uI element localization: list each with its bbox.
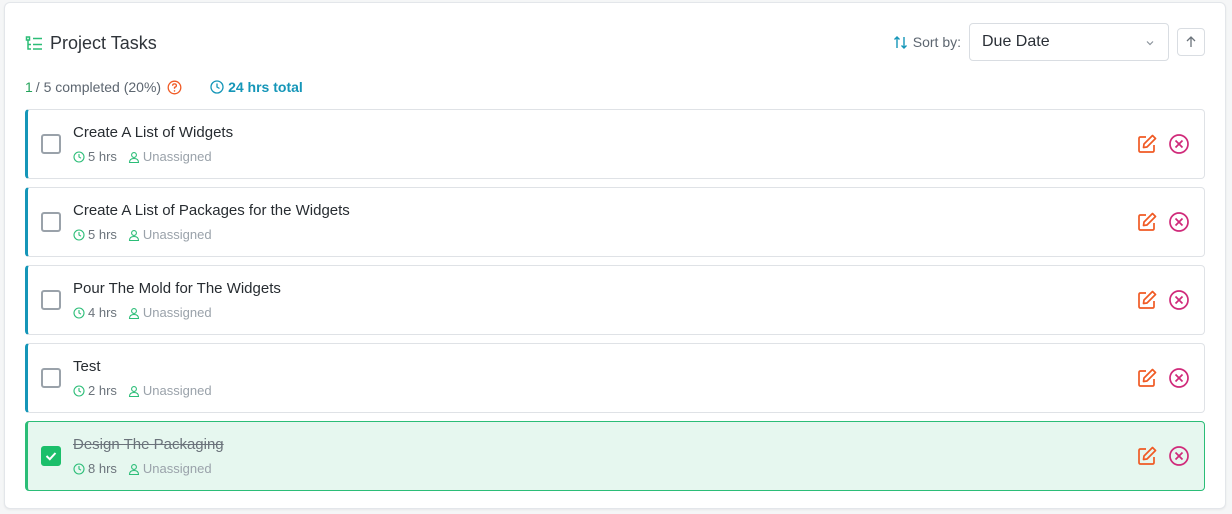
close-circle-icon (1169, 290, 1189, 310)
chevron-down-icon (1146, 41, 1154, 46)
task-checkbox[interactable] (41, 368, 61, 388)
close-circle-icon (1169, 446, 1189, 466)
checkmark-icon (45, 452, 57, 461)
sort-select-value: Due Date (982, 33, 1050, 50)
user-icon (128, 463, 139, 475)
project-tasks-panel: Project Tasks Sort by: Due Date 1 / 5 co… (4, 2, 1226, 509)
task-meta: 5 hrs Unassigned (73, 149, 212, 164)
task-hours: 8 hrs (88, 461, 117, 476)
sort-controls: Sort by: Due Date (893, 23, 1205, 61)
task-hours: 5 hrs (88, 227, 117, 242)
task-assignee: Unassigned (128, 305, 212, 320)
task-actions (1136, 133, 1190, 155)
task-assignee: Unassigned (128, 383, 212, 398)
task-hours: 5 hrs (88, 149, 117, 164)
edit-icon (1138, 290, 1157, 309)
delete-task-button[interactable] (1168, 289, 1190, 311)
user-icon (128, 229, 139, 241)
task-assignee-label: Unassigned (142, 227, 212, 242)
close-circle-icon (1169, 212, 1189, 232)
completion-summary: / 5 completed (20%) (35, 79, 162, 95)
clock-icon (73, 462, 85, 475)
task-assignee-label: Unassigned (142, 383, 212, 398)
edit-task-button[interactable] (1136, 211, 1158, 233)
task-assignee: Unassigned (128, 227, 212, 242)
task-actions (1136, 367, 1190, 389)
edit-task-button[interactable] (1136, 133, 1158, 155)
clock-icon (210, 80, 224, 94)
task-checkbox[interactable] (41, 212, 61, 232)
task-name: Pour The Mold for The Widgets (73, 280, 281, 297)
task-row: Pour The Mold for The Widgets 4 hrs Unas… (25, 265, 1205, 335)
task-meta: 4 hrs Unassigned (73, 305, 212, 320)
task-checkbox[interactable] (41, 134, 61, 154)
task-name: Test (73, 358, 101, 375)
close-circle-icon (1169, 368, 1189, 388)
page-title: Project Tasks (50, 33, 157, 53)
delete-task-button[interactable] (1168, 367, 1190, 389)
sort-label: Sort by: (912, 34, 961, 50)
task-meta: 8 hrs Unassigned (73, 461, 212, 476)
task-meta: 5 hrs Unassigned (73, 227, 212, 242)
task-list: Create A List of Widgets 5 hrs Unassigne… (25, 109, 1205, 499)
edit-task-button[interactable] (1136, 289, 1158, 311)
delete-task-button[interactable] (1168, 211, 1190, 233)
task-stats: 1 / 5 completed (20%) 24 hrs total (25, 79, 303, 95)
question-circle-icon[interactable] (167, 80, 182, 95)
clock-icon (73, 306, 85, 319)
sort-direction-button[interactable] (1177, 28, 1205, 56)
edit-icon (1138, 212, 1157, 231)
task-row: Create A List of Packages for the Widget… (25, 187, 1205, 257)
task-actions (1136, 289, 1190, 311)
edit-task-button[interactable] (1136, 445, 1158, 467)
edit-icon (1138, 446, 1157, 465)
edit-icon (1138, 368, 1157, 387)
task-assignee: Unassigned (128, 461, 212, 476)
user-icon (128, 151, 139, 163)
delete-task-button[interactable] (1168, 133, 1190, 155)
task-assignee: Unassigned (128, 149, 212, 164)
total-hours-label: 24 hrs total (228, 79, 303, 95)
edit-task-button[interactable] (1136, 367, 1158, 389)
user-icon (128, 385, 139, 397)
task-row-completed: Design The Packaging 8 hrs Unassigned (25, 421, 1205, 491)
clock-icon (73, 384, 85, 397)
task-name: Create A List of Packages for the Widget… (73, 202, 350, 219)
task-name: Create A List of Widgets (73, 124, 234, 141)
sort-select[interactable]: Due Date (969, 23, 1169, 61)
delete-task-button[interactable] (1168, 445, 1190, 467)
task-row: Test 2 hrs Unassigned (25, 343, 1205, 413)
task-list-icon (25, 35, 42, 50)
task-assignee-label: Unassigned (142, 461, 212, 476)
task-actions (1136, 211, 1190, 233)
clock-icon (73, 228, 85, 241)
task-assignee-label: Unassigned (142, 149, 212, 164)
panel-header: Project Tasks Sort by: Due Date (25, 23, 1205, 63)
edit-icon (1138, 134, 1157, 153)
task-hours: 4 hrs (88, 305, 117, 320)
close-circle-icon (1169, 134, 1189, 154)
title-group: Project Tasks (25, 33, 157, 54)
total-hours: 24 hrs total (210, 79, 303, 95)
task-checkbox[interactable] (41, 290, 61, 310)
task-row: Create A List of Widgets 5 hrs Unassigne… (25, 109, 1205, 179)
task-hours: 2 hrs (88, 383, 117, 398)
task-checkbox[interactable] (41, 446, 61, 466)
clock-icon (73, 150, 85, 163)
completed-count: 1 (25, 79, 33, 95)
task-assignee-label: Unassigned (142, 305, 212, 320)
task-name: Design The Packaging (73, 436, 224, 453)
sort-arrows-icon (893, 35, 907, 49)
task-meta: 2 hrs Unassigned (73, 383, 212, 398)
task-actions (1136, 445, 1190, 467)
arrow-up-icon (1186, 36, 1196, 47)
user-icon (128, 307, 139, 319)
